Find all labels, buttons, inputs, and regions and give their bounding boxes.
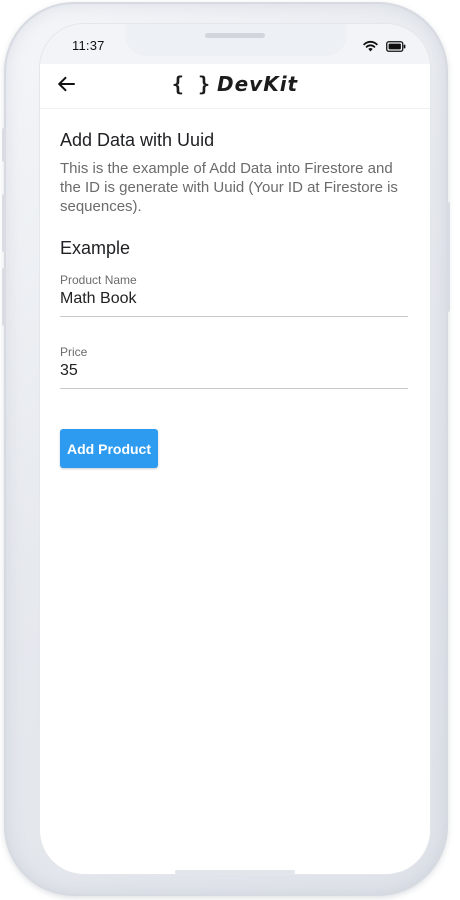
home-indicator (175, 870, 295, 874)
side-button-power (446, 202, 450, 312)
wifi-icon (363, 39, 378, 57)
phone-screen: 11:37 {} DevKit Add Data with Uuid This… (40, 24, 430, 874)
product-name-field: Product Name (60, 273, 408, 317)
main-content: Add Data with Uuid This is the example o… (60, 130, 408, 468)
status-icons (363, 39, 406, 57)
speaker (205, 33, 265, 38)
app-bar: { } DevKit (40, 64, 430, 109)
side-button-volume-up (2, 194, 6, 252)
section-title: Example (60, 238, 131, 258)
price-label: Price (60, 345, 88, 359)
product-name-input[interactable] (60, 290, 408, 308)
page-description: This is the example of Add Data into Fir… (60, 160, 398, 215)
product-name-label: Product Name (60, 273, 137, 287)
side-button-mute (2, 128, 6, 162)
side-button-volume-down (2, 268, 6, 326)
notch (125, 24, 347, 56)
battery-icon (386, 39, 406, 57)
app-logo: { } DevKit (40, 72, 430, 97)
page-title: Add Data with Uuid (60, 130, 215, 150)
price-field: Price (60, 345, 408, 389)
status-bar: 11:37 (40, 24, 430, 64)
logo-name: DevKit (217, 72, 299, 96)
status-time: 11:37 (72, 38, 105, 53)
logo-braces: { } (171, 72, 211, 96)
add-product-button[interactable]: Add Product (60, 429, 158, 468)
phone-frame: 11:37 {} DevKit Add Data with Uuid This… (2, 2, 450, 896)
price-input[interactable] (60, 362, 408, 380)
